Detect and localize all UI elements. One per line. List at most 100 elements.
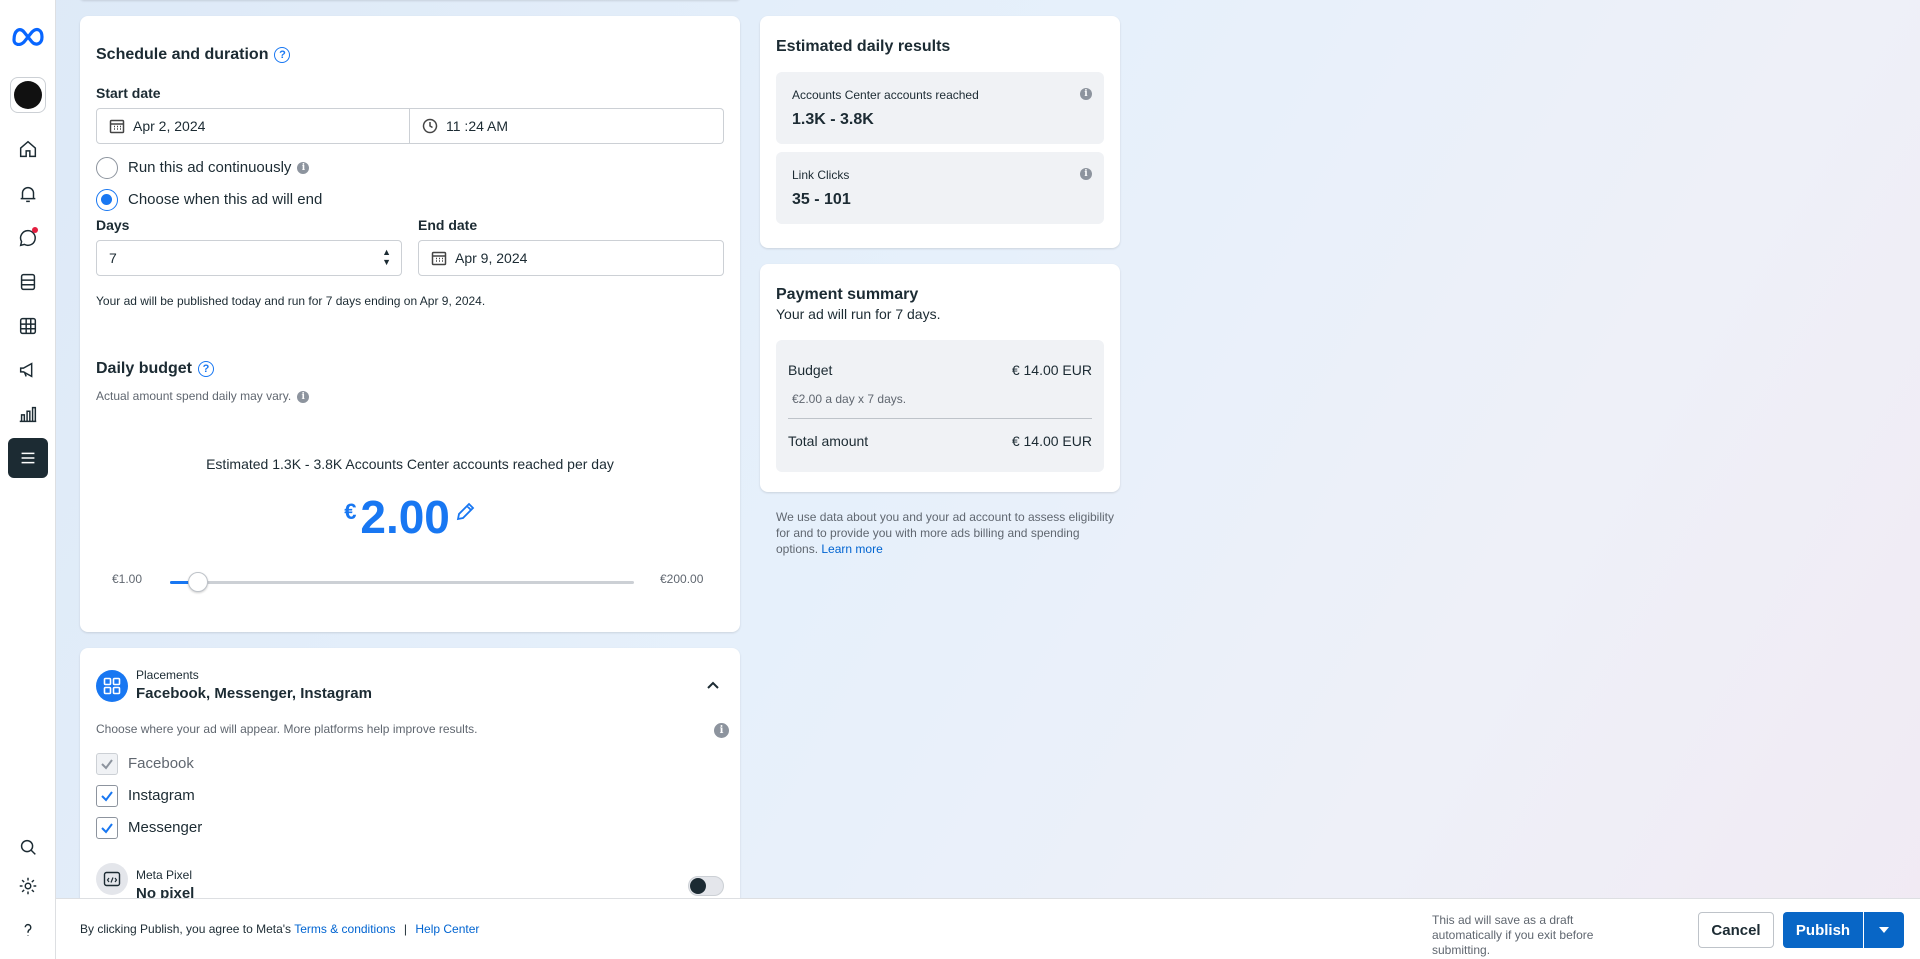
choose-end-label: Choose when this ad will end <box>128 191 323 208</box>
estimated-title: Estimated daily results <box>776 38 951 55</box>
run-continuously-radio[interactable] <box>96 157 118 179</box>
chevron-up-icon[interactable] <box>706 680 720 690</box>
menu-icon[interactable] <box>8 438 48 478</box>
toggle-knob <box>690 878 706 894</box>
days-stepper[interactable]: 7 ▲ ▼ <box>96 240 402 276</box>
help-icon-schedule[interactable]: ? <box>274 46 291 63</box>
budget-max: €200.00 <box>660 572 704 586</box>
choose-end-radio[interactable] <box>96 189 118 211</box>
reach-value: 1.3K - 3.8K <box>792 111 874 128</box>
payment-title: Payment summary <box>776 286 919 303</box>
settings-icon[interactable] <box>8 866 48 906</box>
messenger-checkbox[interactable] <box>96 817 118 839</box>
reach-stat: Accounts Center accounts reached i 1.3K … <box>776 72 1104 144</box>
end-date-label: End date <box>418 217 478 233</box>
payment-breakdown: Budget € 14.00 EUR €2.00 a day x 7 days.… <box>776 340 1104 472</box>
facebook-checkbox[interactable] <box>96 753 118 775</box>
clicks-value: 35 - 101 <box>792 191 851 208</box>
placements-label: Placements <box>136 668 199 682</box>
budget-slider-track[interactable] <box>170 572 634 592</box>
info-icon[interactable]: i <box>714 723 729 738</box>
start-time-value: 11 :24 AM <box>446 118 509 134</box>
placements-card: Placements Facebook, Messenger, Instagra… <box>80 648 740 908</box>
budget-label: Budget <box>788 362 833 378</box>
clicks-label: Link Clicks <box>792 168 850 182</box>
ads-icon[interactable] <box>8 350 48 390</box>
clicks-stat: Link Clicks i 35 - 101 <box>776 152 1104 224</box>
cancel-button[interactable]: Cancel <box>1698 912 1774 948</box>
instagram-checkbox[interactable] <box>96 785 118 807</box>
schedule-budget-card: Schedule and duration? Start date Apr 2,… <box>80 16 740 632</box>
footer-agreement: By clicking Publish, you agree to Meta's… <box>80 922 480 936</box>
instagram-label: Instagram <box>128 787 195 804</box>
budget-total: € 14.00 EUR <box>1011 362 1092 378</box>
meta-logo-icon[interactable] <box>10 24 46 49</box>
total-label: Total amount <box>788 433 869 449</box>
publish-button[interactable]: Publish <box>1783 912 1863 948</box>
code-icon <box>96 863 128 895</box>
end-date-input[interactable]: Apr 9, 2024 <box>418 240 724 276</box>
help-icon[interactable] <box>8 910 48 950</box>
search-icon[interactable] <box>8 827 48 867</box>
account-avatar[interactable] <box>10 77 46 113</box>
budget-slider-thumb[interactable] <box>187 572 208 592</box>
table-icon[interactable] <box>8 306 48 346</box>
info-icon[interactable]: i <box>1080 88 1092 100</box>
pages-icon[interactable] <box>8 262 48 302</box>
insights-icon[interactable] <box>8 394 48 434</box>
sidebar <box>0 0 56 959</box>
divider <box>788 418 1092 419</box>
terms-link[interactable]: Terms & conditions <box>294 922 395 936</box>
end-date-value: Apr 9, 2024 <box>455 250 528 266</box>
clock-icon <box>422 118 438 134</box>
start-date-label: Start date <box>96 85 161 101</box>
schedule-title: Schedule and duration? <box>96 46 291 64</box>
avatar-image <box>14 81 42 109</box>
calendar-icon <box>109 119 125 134</box>
edit-pencil-icon[interactable] <box>454 501 476 523</box>
pixel-label: Meta Pixel <box>136 868 193 882</box>
days-value: 7 <box>109 250 117 266</box>
total-value: € 14.00 EUR <box>1011 433 1092 449</box>
budget-estimate: Estimated 1.3K - 3.8K Accounts Center ac… <box>206 456 614 472</box>
facebook-label: Facebook <box>128 755 194 772</box>
daily-budget-title: Daily budget? <box>96 360 215 378</box>
notifications-icon[interactable] <box>8 174 48 214</box>
stepper-arrows-icon[interactable]: ▲ ▼ <box>382 247 391 267</box>
footer-bar: By clicking Publish, you agree to Meta's… <box>56 898 1920 959</box>
messages-icon[interactable] <box>8 218 48 258</box>
info-icon[interactable]: i <box>297 390 310 403</box>
info-icon[interactable]: i <box>1080 168 1092 180</box>
payment-subtext: Your ad will run for 7 days. <box>776 306 941 322</box>
budget-amount: € 2.00 <box>80 490 740 544</box>
run-continuously-label: Run this ad continuously i <box>128 159 310 176</box>
budget-detail: €2.00 a day x 7 days. <box>792 392 907 406</box>
help-icon-budget[interactable]: ? <box>198 360 215 377</box>
unread-dot <box>32 227 38 233</box>
reach-label: Accounts Center accounts reached <box>792 88 979 102</box>
budget-value: 2.00 <box>360 491 450 543</box>
budget-subtext: Actual amount spend daily may vary. i <box>96 389 310 403</box>
payment-disclaimer: We use data about you and your ad accoun… <box>776 510 1114 556</box>
estimated-results-card: Estimated daily results Accounts Center … <box>760 16 1120 248</box>
currency-symbol: € <box>344 499 357 524</box>
learn-more-link[interactable]: Learn more <box>821 542 882 556</box>
start-time-input[interactable]: 11 :24 AM <box>410 108 724 144</box>
calendar-icon <box>431 251 447 266</box>
chevron-down-icon <box>1879 927 1889 933</box>
placements-icon <box>96 670 128 702</box>
pixel-toggle[interactable] <box>688 876 724 896</box>
days-label: Days <box>96 217 130 233</box>
draft-note: This ad will save as a draft automatical… <box>1432 913 1594 957</box>
publish-options-button[interactable] <box>1864 912 1904 948</box>
start-date-value: Apr 2, 2024 <box>133 118 206 134</box>
placements-value: Facebook, Messenger, Instagram <box>136 685 372 702</box>
schedule-note: Your ad will be published today and run … <box>96 294 486 308</box>
start-date-input[interactable]: Apr 2, 2024 <box>96 108 410 144</box>
help-center-link[interactable]: Help Center <box>415 922 479 936</box>
payment-summary-card: Payment summary Your ad will run for 7 d… <box>760 264 1120 492</box>
info-icon[interactable]: i <box>297 162 310 175</box>
home-icon[interactable] <box>8 129 48 169</box>
placements-desc: Choose where your ad will appear. More p… <box>96 722 478 736</box>
messenger-label: Messenger <box>128 819 203 836</box>
